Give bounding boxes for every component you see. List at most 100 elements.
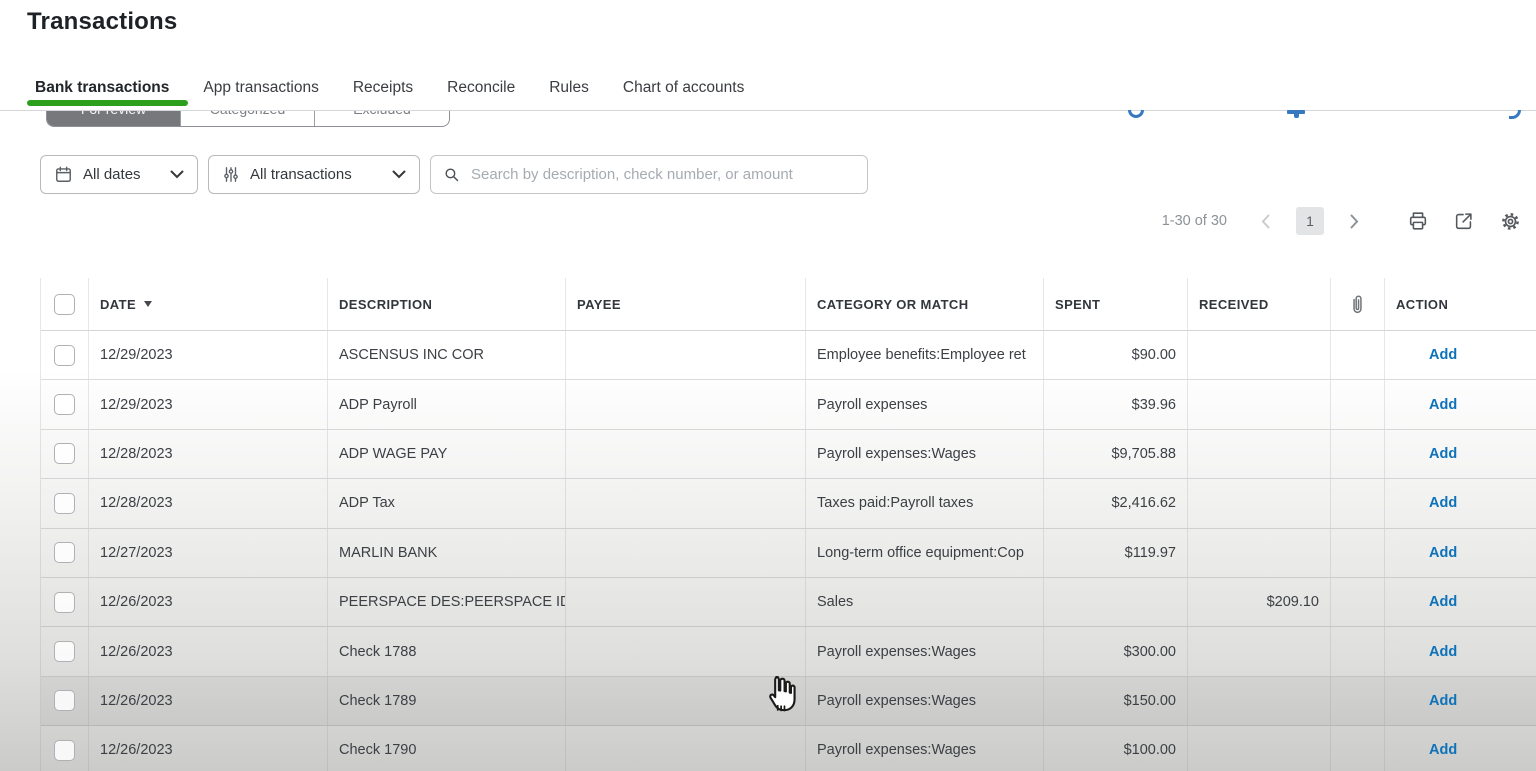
cell-attachment: [1331, 676, 1385, 726]
transaction-type-filter-dropdown[interactable]: All transactions: [208, 155, 420, 194]
row-checkbox-cell: [41, 627, 89, 676]
export-icon[interactable]: [1453, 210, 1475, 232]
cell-category[interactable]: Payroll expenses:Wages: [806, 726, 1044, 771]
chevron-down-icon: [392, 170, 406, 179]
cell-date: 12/28/2023: [89, 429, 328, 479]
add-button[interactable]: Add: [1396, 742, 1457, 758]
row-checkbox[interactable]: [54, 739, 75, 761]
header-action: ACTION: [1396, 296, 1449, 312]
transactions-table: DATE DESCRIPTION PAYEE CATEGORY OR MATCH…: [40, 278, 1536, 771]
clipped-link-icon-stem: [1294, 113, 1299, 118]
table-row: 12/26/2023 PEERSPACE DES:PEERSPACE ID: S…: [41, 577, 1536, 628]
nav-tab[interactable]: Rules: [549, 79, 589, 97]
add-button[interactable]: Add: [1396, 446, 1457, 462]
table-row: 12/26/2023 Check 1790 Payroll expenses:W…: [41, 726, 1536, 771]
nav-tab[interactable]: Reconcile: [447, 79, 515, 97]
row-checkbox[interactable]: [54, 591, 75, 613]
cell-description: ADP Payroll: [328, 380, 566, 429]
row-checkbox-cell: [41, 577, 89, 627]
cell-category[interactable]: Payroll expenses: [806, 380, 1044, 429]
cell-received: [1188, 528, 1331, 577]
cell-action: Add: [1385, 726, 1536, 771]
cell-action: Add: [1385, 430, 1536, 478]
header-payee: PAYEE: [566, 278, 806, 330]
cell-action: Add: [1385, 479, 1536, 527]
row-checkbox-cell: [41, 479, 89, 528]
filter-sliders-icon: [222, 165, 240, 184]
cell-received: [1188, 429, 1331, 479]
header-description: DESCRIPTION: [328, 278, 566, 330]
chevron-right-icon[interactable]: [1350, 214, 1359, 229]
cell-date: 12/29/2023: [89, 380, 328, 429]
header-checkbox-cell: [41, 278, 89, 330]
nav-tab[interactable]: Bank transactions: [35, 79, 169, 97]
row-checkbox[interactable]: [54, 344, 75, 366]
cell-attachment: [1331, 479, 1385, 528]
cell-payee: [566, 331, 806, 380]
review-status-tab[interactable]: For review: [47, 111, 181, 126]
cell-category[interactable]: Taxes paid:Payroll taxes: [806, 479, 1044, 528]
gear-icon[interactable]: [1499, 210, 1522, 233]
cell-payee: [566, 627, 806, 676]
add-button[interactable]: Add: [1396, 594, 1457, 610]
date-filter-dropdown[interactable]: All dates: [40, 155, 198, 194]
header-date[interactable]: DATE: [89, 278, 328, 330]
cell-date: 12/27/2023: [89, 528, 328, 577]
cell-action: Add: [1385, 529, 1536, 577]
row-checkbox-cell: [41, 331, 89, 380]
row-checkbox[interactable]: [54, 492, 75, 514]
review-status-tab[interactable]: Categorized: [181, 111, 315, 126]
nav-tab[interactable]: Chart of accounts: [623, 79, 744, 97]
add-button[interactable]: Add: [1396, 545, 1457, 561]
pagination-range: 1-30 of 30: [1161, 213, 1227, 229]
page-number-button[interactable]: 1: [1296, 207, 1324, 235]
cell-category[interactable]: Payroll expenses:Wages: [806, 627, 1044, 676]
row-checkbox-cell: [41, 380, 89, 429]
table-row: 12/28/2023 ADP WAGE PAY Payroll expenses…: [41, 429, 1536, 480]
table-row: 12/26/2023 Check 1789 Payroll expenses:W…: [41, 676, 1536, 727]
chevron-down-icon: [170, 170, 184, 179]
table-header-row: DATE DESCRIPTION PAYEE CATEGORY OR MATCH…: [41, 278, 1536, 331]
add-button[interactable]: Add: [1396, 495, 1457, 511]
cell-payee: [566, 380, 806, 429]
header-category: CATEGORY OR MATCH: [806, 278, 1044, 330]
cell-received: [1188, 676, 1331, 726]
table-body: 12/29/2023 ASCENSUS INC COR Employee ben…: [41, 331, 1536, 771]
search-input[interactable]: [469, 165, 855, 184]
add-button[interactable]: Add: [1396, 693, 1457, 709]
add-button[interactable]: Add: [1396, 644, 1457, 660]
chevron-left-icon[interactable]: [1261, 214, 1270, 229]
paperclip-icon: [1350, 293, 1365, 316]
cell-payee: [566, 429, 806, 479]
select-all-checkbox[interactable]: [54, 293, 75, 315]
add-button[interactable]: Add: [1396, 347, 1457, 363]
cell-category[interactable]: Sales: [806, 577, 1044, 627]
add-button[interactable]: Add: [1396, 397, 1457, 413]
cell-spent: $119.97: [1044, 528, 1188, 577]
row-checkbox[interactable]: [54, 690, 75, 712]
table-toolbar: 1-30 of 30 1: [1162, 204, 1522, 238]
cell-category[interactable]: Payroll expenses:Wages: [806, 676, 1044, 726]
cell-category[interactable]: Payroll expenses:Wages: [806, 429, 1044, 479]
print-button[interactable]: [1407, 210, 1429, 232]
row-checkbox[interactable]: [54, 542, 75, 564]
cell-spent: $300.00: [1044, 627, 1188, 676]
cell-category[interactable]: Employee benefits:Employee ret: [806, 331, 1044, 380]
cell-description: PEERSPACE DES:PEERSPACE ID:: [328, 577, 566, 627]
row-checkbox-cell: [41, 429, 89, 479]
cell-spent: $100.00: [1044, 726, 1188, 771]
nav-tab[interactable]: App transactions: [203, 79, 318, 97]
search-icon: [443, 166, 460, 183]
cell-attachment: [1331, 331, 1385, 380]
review-status-tab[interactable]: Excluded: [315, 111, 449, 126]
cell-received: [1188, 380, 1331, 429]
row-checkbox[interactable]: [54, 641, 75, 663]
row-checkbox[interactable]: [54, 394, 75, 416]
nav-tab[interactable]: Receipts: [353, 79, 413, 97]
cell-category[interactable]: Long-term office equipment:Cop: [806, 528, 1044, 577]
cell-received: [1188, 627, 1331, 676]
table-row: 12/28/2023 ADP Tax Taxes paid:Payroll ta…: [41, 479, 1536, 529]
cell-description: Check 1789: [328, 676, 566, 726]
row-checkbox[interactable]: [54, 443, 75, 465]
cell-action: Add: [1385, 627, 1536, 675]
